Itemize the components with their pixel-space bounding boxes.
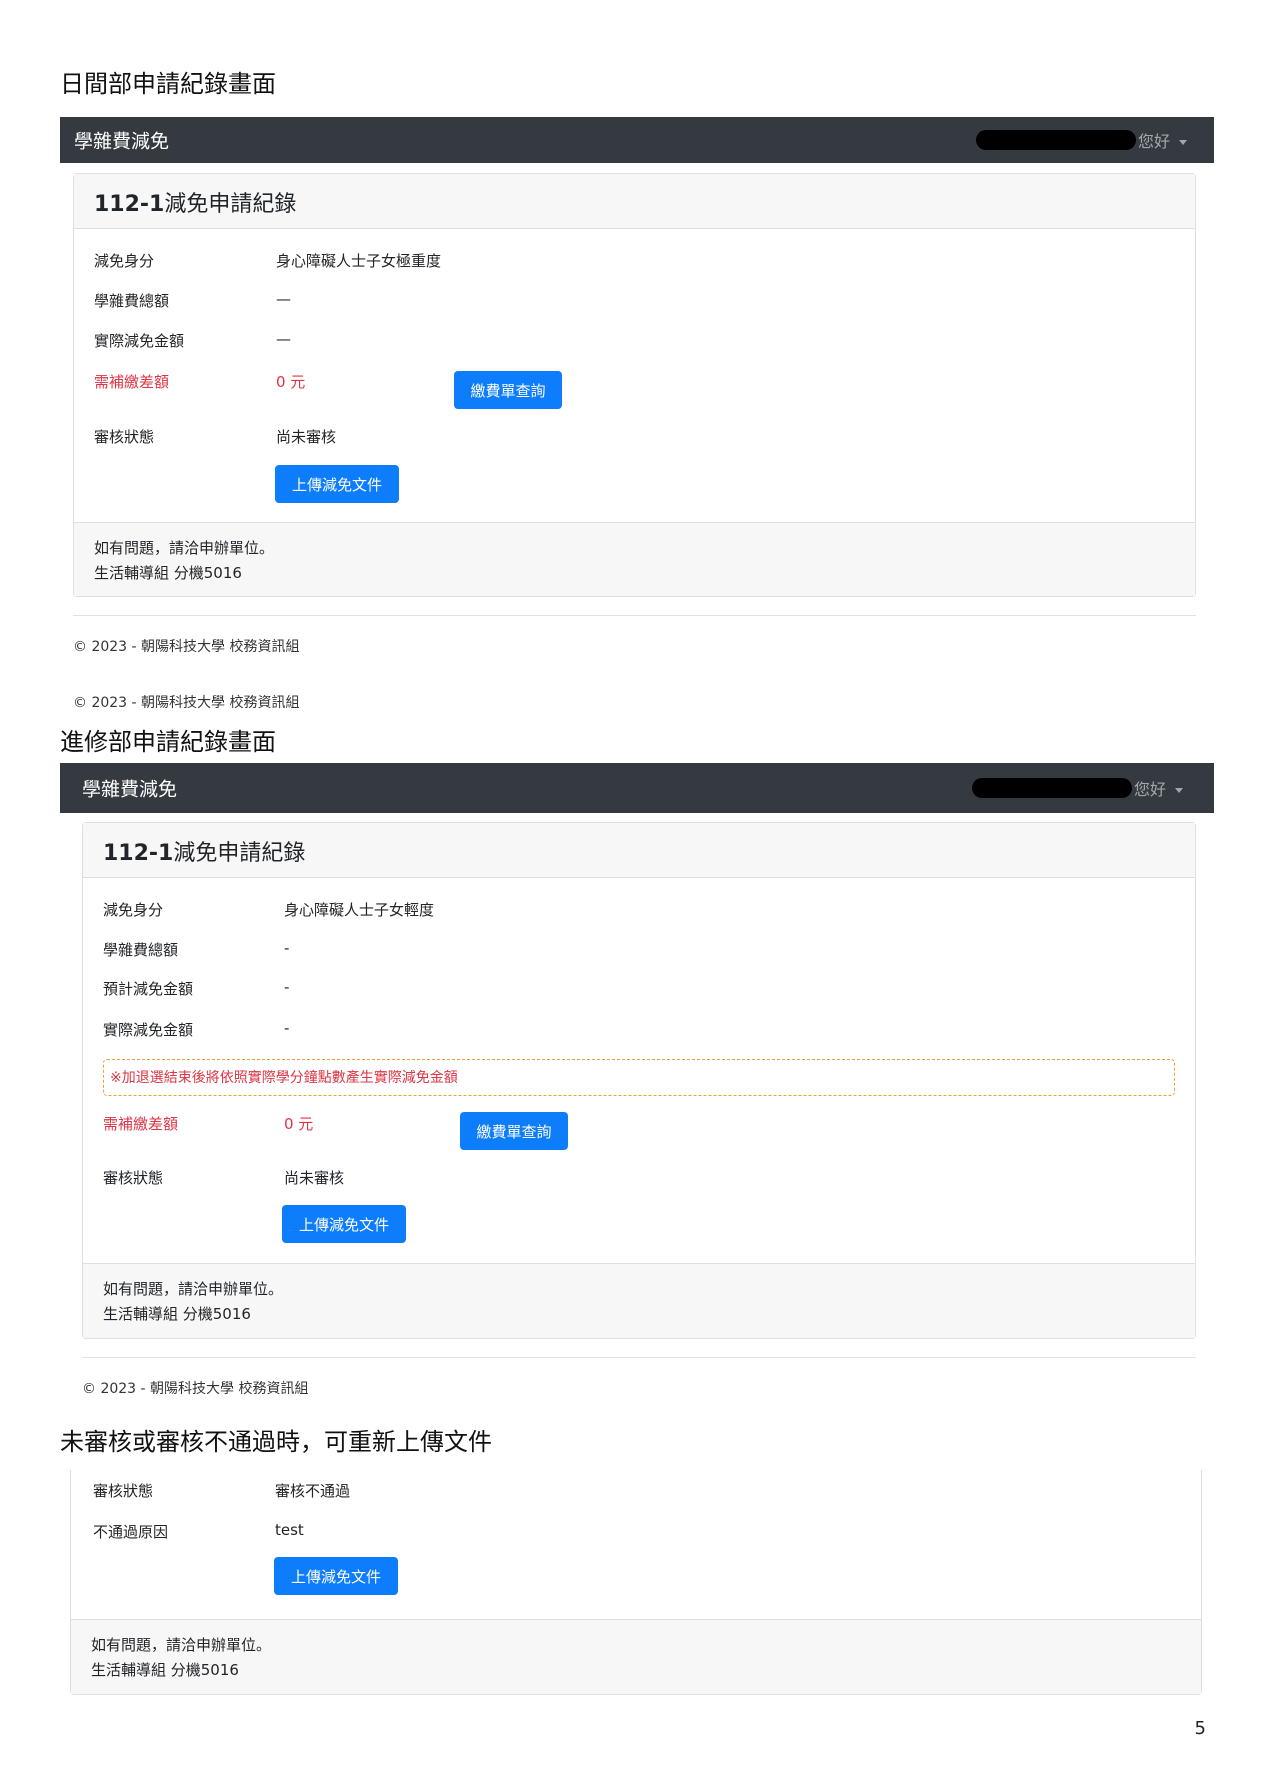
page-number: 5 — [1194, 1718, 1206, 1739]
label-tuition-total: 學雜費總額 — [103, 941, 179, 959]
caret-down-icon — [1175, 788, 1184, 793]
label-actual-reduction: 實際減免金額 — [94, 332, 185, 350]
label-reduction-identity: 減免身分 — [103, 901, 164, 919]
bill-inquiry-button[interactable]: 繳費單查詢 — [454, 371, 562, 409]
application-record-card: 112-1減免申請紀錄 減免身分 身心障礙人士子女極重度 學雜費總額 — 實際減… — [73, 173, 1196, 597]
value-rejection-reason: test — [275, 1521, 304, 1539]
card-title: 112-1減免申請紀錄 — [103, 835, 305, 867]
value-actual-reduction: — — [276, 330, 291, 348]
card-footer: 如有問題，請洽申辦單位。 生活輔導組 分機5016 — [71, 1619, 1201, 1694]
value-estimated-reduction: - — [284, 978, 290, 996]
card-title: 112-1減免申請紀錄 — [94, 186, 296, 218]
label-review-status: 審核狀態 — [93, 1482, 154, 1500]
navbar: 學雜費減免 您好 — [60, 763, 1214, 813]
section-heading-day: 日間部申請紀錄畫面 — [60, 70, 276, 98]
upload-document-button[interactable]: 上傳減免文件 — [274, 1557, 398, 1595]
label-estimated-reduction: 預計減免金額 — [103, 980, 194, 998]
label-amount-due: 需補繳差額 — [103, 1115, 179, 1133]
upload-document-button[interactable]: 上傳減免文件 — [282, 1205, 406, 1243]
label-tuition-total: 學雜費總額 — [94, 292, 170, 310]
card-footer: 如有問題，請洽申辦單位。 生活輔導組 分機5016 — [74, 522, 1195, 596]
label-amount-due: 需補繳差額 — [94, 373, 170, 391]
footer-contact-note: 如有問題，請洽申辦單位。 — [94, 539, 275, 557]
navbar-brand[interactable]: 學雜費減免 — [74, 127, 169, 154]
footer-contact-note: 如有問題，請洽申辦單位。 — [103, 1280, 284, 1298]
copyright: © 2023 - 朝陽科技大學 校務資訊組 — [73, 639, 300, 655]
divider — [73, 615, 1196, 616]
label-actual-reduction: 實際減免金額 — [103, 1021, 194, 1039]
footer-contact-extension: 生活輔導組 分機5016 — [103, 1305, 251, 1323]
value-review-status: 審核不通過 — [275, 1482, 351, 1500]
card-header: 112-1減免申請紀錄 — [83, 823, 1195, 878]
greeting-text: 您好 — [1134, 780, 1167, 799]
label-reduction-identity: 減免身分 — [94, 252, 155, 270]
card-title-term: 112-1 — [94, 192, 165, 217]
redacted-username — [976, 130, 1136, 150]
caret-down-icon — [1179, 140, 1188, 145]
application-record-card: 112-1減免申請紀錄 減免身分 身心障礙人士子女輕度 學雜費總額 - 預計減免… — [82, 822, 1196, 1339]
value-reduction-identity: 身心障礙人士子女輕度 — [284, 901, 435, 919]
value-actual-reduction: - — [284, 1019, 290, 1037]
value-amount-due: 0 元 — [276, 373, 306, 391]
footer-contact-extension: 生活輔導組 分機5016 — [91, 1661, 239, 1679]
navbar-brand[interactable]: 學雜費減免 — [82, 775, 177, 802]
greeting-text: 您好 — [1138, 132, 1171, 151]
value-tuition-total: — — [276, 290, 291, 308]
value-tuition-total: - — [284, 939, 290, 957]
copyright: © 2023 - 朝陽科技大學 校務資訊組 — [73, 695, 300, 711]
upload-document-button[interactable]: 上傳減免文件 — [275, 465, 399, 503]
section-heading-evening: 進修部申請紀錄畫面 — [60, 728, 276, 756]
label-review-status: 審核狀態 — [94, 428, 155, 446]
bill-inquiry-button[interactable]: 繳費單查詢 — [460, 1112, 568, 1150]
user-menu[interactable]: 您好 — [1138, 128, 1188, 152]
reduction-notice: ※加退選結束後將依照實際學分鐘點數產生實際減免金額 — [103, 1059, 1175, 1096]
card-title-term: 112-1 — [103, 841, 174, 866]
section-heading-reupload: 未審核或審核不通過時，可重新上傳文件 — [60, 1428, 492, 1456]
redacted-username — [972, 778, 1132, 798]
divider — [82, 1357, 1196, 1358]
label-review-status: 審核狀態 — [103, 1169, 164, 1187]
footer-contact-note: 如有問題，請洽申辦單位。 — [91, 1636, 272, 1654]
user-menu[interactable]: 您好 — [1134, 776, 1184, 800]
review-result-card: 審核狀態 審核不通過 不通過原因 test 上傳減免文件 如有問題，請洽申辦單位… — [70, 1470, 1202, 1695]
value-review-status: 尚未審核 — [284, 1169, 345, 1187]
card-title-text: 減免申請紀錄 — [164, 192, 297, 217]
card-header: 112-1減免申請紀錄 — [74, 174, 1195, 229]
footer-contact-extension: 生活輔導組 分機5016 — [94, 564, 242, 582]
copyright: © 2023 - 朝陽科技大學 校務資訊組 — [82, 1381, 309, 1397]
card-footer: 如有問題，請洽申辦單位。 生活輔導組 分機5016 — [83, 1263, 1195, 1338]
value-amount-due: 0 元 — [284, 1115, 314, 1133]
value-reduction-identity: 身心障礙人士子女極重度 — [276, 252, 442, 270]
label-rejection-reason: 不通過原因 — [93, 1523, 169, 1541]
navbar: 學雜費減免 您好 — [60, 117, 1214, 163]
card-title-text: 減免申請紀錄 — [173, 841, 306, 866]
value-review-status: 尚未審核 — [276, 428, 337, 446]
